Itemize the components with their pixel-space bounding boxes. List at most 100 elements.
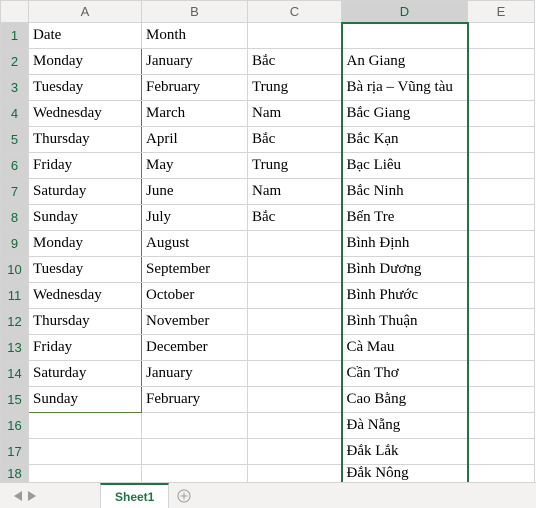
cell-A10[interactable]: Tuesday: [29, 257, 142, 283]
cell-C2[interactable]: Bắc: [248, 49, 342, 75]
cell-B16[interactable]: [142, 413, 248, 439]
cell-D13[interactable]: Cà Mau: [342, 335, 468, 361]
row-header-15[interactable]: 15: [1, 387, 29, 413]
cell-B7[interactable]: June: [142, 179, 248, 205]
cell-A16[interactable]: [29, 413, 142, 439]
cell-A18[interactable]: [29, 465, 142, 483]
row-header-11[interactable]: 11: [1, 283, 29, 309]
cell-D5[interactable]: Bắc Kạn: [342, 127, 468, 153]
row-header-12[interactable]: 12: [1, 309, 29, 335]
cell-B3[interactable]: February: [142, 75, 248, 101]
cell-C10[interactable]: [248, 257, 342, 283]
cell-D1[interactable]: [342, 23, 468, 49]
cell-E1[interactable]: [468, 23, 535, 49]
cell-C17[interactable]: [248, 439, 342, 465]
cell-D6[interactable]: Bạc Liêu: [342, 153, 468, 179]
cell-C16[interactable]: [248, 413, 342, 439]
cell-E5[interactable]: [468, 127, 535, 153]
cell-B11[interactable]: October: [142, 283, 248, 309]
row-header-16[interactable]: 16: [1, 413, 29, 439]
row-header-17[interactable]: 17: [1, 439, 29, 465]
cell-A11[interactable]: Wednesday: [29, 283, 142, 309]
cell-C14[interactable]: [248, 361, 342, 387]
cell-A9[interactable]: Monday: [29, 231, 142, 257]
cell-A13[interactable]: Friday: [29, 335, 142, 361]
cell-B8[interactable]: July: [142, 205, 248, 231]
cell-E17[interactable]: [468, 439, 535, 465]
cell-C7[interactable]: Nam: [248, 179, 342, 205]
cell-B10[interactable]: September: [142, 257, 248, 283]
new-sheet-button[interactable]: [169, 483, 199, 508]
cell-C1[interactable]: [248, 23, 342, 49]
cell-B1[interactable]: Month: [142, 23, 248, 49]
cell-D8[interactable]: Bến Tre: [342, 205, 468, 231]
row-header-7[interactable]: 7: [1, 179, 29, 205]
col-header-B[interactable]: B: [142, 1, 248, 23]
row-header-3[interactable]: 3: [1, 75, 29, 101]
cell-C11[interactable]: [248, 283, 342, 309]
cell-C5[interactable]: Bắc: [248, 127, 342, 153]
cell-A17[interactable]: [29, 439, 142, 465]
cell-E9[interactable]: [468, 231, 535, 257]
cell-E3[interactable]: [468, 75, 535, 101]
cell-B9[interactable]: August: [142, 231, 248, 257]
cell-B6[interactable]: May: [142, 153, 248, 179]
cell-A3[interactable]: Tuesday: [29, 75, 142, 101]
cell-E12[interactable]: [468, 309, 535, 335]
cell-B5[interactable]: April: [142, 127, 248, 153]
cell-B18[interactable]: [142, 465, 248, 483]
cell-B4[interactable]: March: [142, 101, 248, 127]
cell-C4[interactable]: Nam: [248, 101, 342, 127]
cell-A8[interactable]: Sunday: [29, 205, 142, 231]
col-header-C[interactable]: C: [248, 1, 342, 23]
row-header-1[interactable]: 1: [1, 23, 29, 49]
cell-B15[interactable]: February: [142, 387, 248, 413]
cell-E16[interactable]: [468, 413, 535, 439]
cell-D9[interactable]: Bình Định: [342, 231, 468, 257]
row-header-9[interactable]: 9: [1, 231, 29, 257]
cell-D14[interactable]: Cần Thơ: [342, 361, 468, 387]
cell-A7[interactable]: Saturday: [29, 179, 142, 205]
row-header-5[interactable]: 5: [1, 127, 29, 153]
spreadsheet-grid[interactable]: A B C D E 1 Date Month 2 Monday January …: [0, 0, 535, 483]
col-header-E[interactable]: E: [468, 1, 535, 23]
cell-C3[interactable]: Trung: [248, 75, 342, 101]
cell-E11[interactable]: [468, 283, 535, 309]
col-header-A[interactable]: A: [29, 1, 142, 23]
cell-C9[interactable]: [248, 231, 342, 257]
row-header-6[interactable]: 6: [1, 153, 29, 179]
cell-D17[interactable]: Đắk Lắk: [342, 439, 468, 465]
cell-E13[interactable]: [468, 335, 535, 361]
cell-C15[interactable]: [248, 387, 342, 413]
cell-A4[interactable]: Wednesday: [29, 101, 142, 127]
cell-E2[interactable]: [468, 49, 535, 75]
cell-C12[interactable]: [248, 309, 342, 335]
cell-D10[interactable]: Bình Dương: [342, 257, 468, 283]
cell-D3[interactable]: Bà rịa – Vũng tàu: [342, 75, 468, 101]
row-header-14[interactable]: 14: [1, 361, 29, 387]
cell-C8[interactable]: Bắc: [248, 205, 342, 231]
cell-E7[interactable]: [468, 179, 535, 205]
cell-E10[interactable]: [468, 257, 535, 283]
cell-E4[interactable]: [468, 101, 535, 127]
sheet-tab-active[interactable]: Sheet1: [100, 483, 169, 508]
cell-A6[interactable]: Friday: [29, 153, 142, 179]
cell-E14[interactable]: [468, 361, 535, 387]
cell-D18[interactable]: Đắk Nông: [342, 465, 468, 483]
cell-A2[interactable]: Monday: [29, 49, 142, 75]
cell-D16[interactable]: Đà Nẵng: [342, 413, 468, 439]
cell-A14[interactable]: Saturday: [29, 361, 142, 387]
cell-D12[interactable]: Bình Thuận: [342, 309, 468, 335]
row-header-8[interactable]: 8: [1, 205, 29, 231]
cell-B2[interactable]: January: [142, 49, 248, 75]
cell-D11[interactable]: Bình Phước: [342, 283, 468, 309]
cell-E18[interactable]: [468, 465, 535, 483]
cell-C18[interactable]: [248, 465, 342, 483]
cell-E6[interactable]: [468, 153, 535, 179]
cell-C13[interactable]: [248, 335, 342, 361]
cell-D4[interactable]: Bắc Giang: [342, 101, 468, 127]
cell-A15[interactable]: Sunday: [29, 387, 142, 413]
cell-D15[interactable]: Cao Bằng: [342, 387, 468, 413]
cell-B12[interactable]: November: [142, 309, 248, 335]
cell-B17[interactable]: [142, 439, 248, 465]
